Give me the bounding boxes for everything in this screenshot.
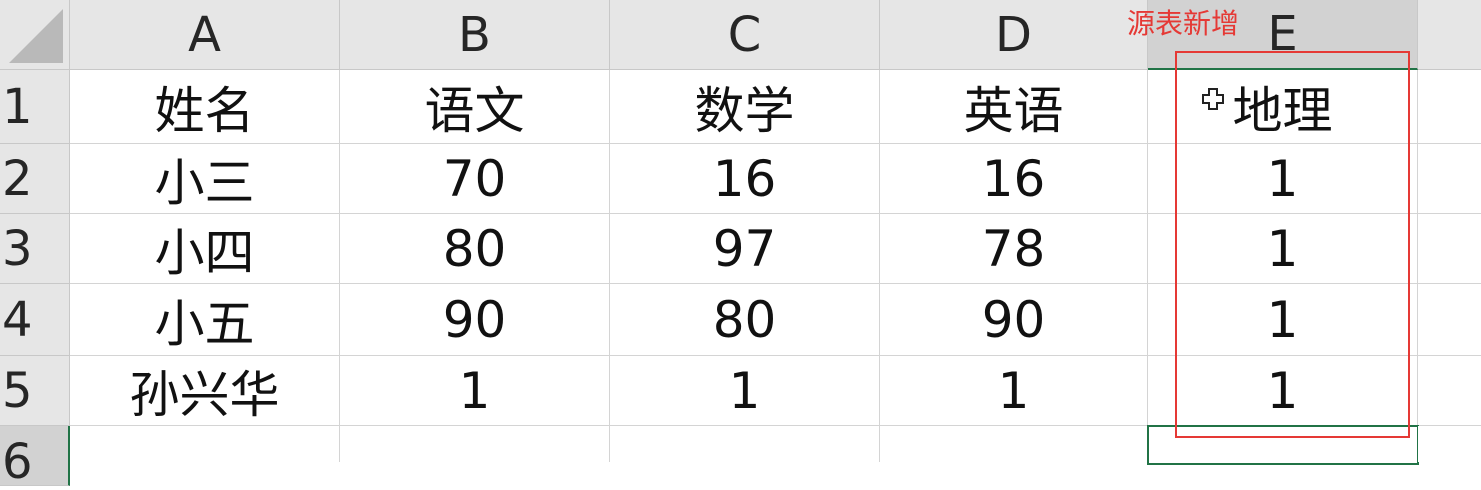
- column-header-c[interactable]: C: [610, 0, 880, 70]
- cell-e6-active[interactable]: [1147, 425, 1419, 465]
- cell-f1[interactable]: [1418, 70, 1481, 144]
- cell-c1[interactable]: 数学: [610, 70, 880, 144]
- cell-a5[interactable]: 孙兴华: [70, 356, 340, 426]
- row-header-1[interactable]: 1: [0, 70, 70, 144]
- row-header-2[interactable]: 2: [0, 144, 70, 214]
- cell-b1[interactable]: 语文: [340, 70, 610, 144]
- cell-f3[interactable]: [1418, 214, 1481, 284]
- cell-c5[interactable]: 1: [610, 356, 880, 426]
- cell-e5[interactable]: 1: [1148, 356, 1418, 426]
- cell-d5[interactable]: 1: [880, 356, 1148, 426]
- cell-e1[interactable]: 地理: [1148, 70, 1418, 144]
- row-header-6[interactable]: 6: [0, 426, 70, 490]
- cell-a6[interactable]: [70, 426, 340, 462]
- cell-c2[interactable]: 16: [610, 144, 880, 214]
- cell-d3[interactable]: 78: [880, 214, 1148, 284]
- cell-b2[interactable]: 70: [340, 144, 610, 214]
- cell-b3[interactable]: 80: [340, 214, 610, 284]
- move-cross-icon: [1202, 88, 1224, 110]
- column-header-f-partial[interactable]: [1418, 0, 1481, 70]
- cell-d2[interactable]: 16: [880, 144, 1148, 214]
- column-header-a[interactable]: A: [70, 0, 340, 70]
- cell-a3[interactable]: 小四: [70, 214, 340, 284]
- cell-d1[interactable]: 英语: [880, 70, 1148, 144]
- cell-b4[interactable]: 90: [340, 284, 610, 356]
- spreadsheet-grid: A B C D E 1 2 3 4 5 6 姓名 语文 数学 英语 地理 小三 …: [0, 0, 1481, 490]
- cell-c4[interactable]: 80: [610, 284, 880, 356]
- row-header-5[interactable]: 5: [0, 356, 70, 426]
- cell-a2[interactable]: 小三: [70, 144, 340, 214]
- annotation-label: 源表新增: [1127, 7, 1240, 40]
- column-header-d[interactable]: D: [880, 0, 1148, 70]
- cell-e2[interactable]: 1: [1148, 144, 1418, 214]
- row-header-4[interactable]: 4: [0, 284, 70, 356]
- column-header-b[interactable]: B: [340, 0, 610, 70]
- cell-e4[interactable]: 1: [1148, 284, 1418, 356]
- row-header-3[interactable]: 3: [0, 214, 70, 284]
- cell-c6[interactable]: [610, 426, 880, 462]
- cell-f5[interactable]: [1418, 356, 1481, 426]
- cell-b6[interactable]: [340, 426, 610, 462]
- cell-f6[interactable]: [1418, 426, 1481, 462]
- cell-a4[interactable]: 小五: [70, 284, 340, 356]
- cell-f2[interactable]: [1418, 144, 1481, 214]
- select-all-triangle-icon: [9, 9, 63, 63]
- cell-a1[interactable]: 姓名: [70, 70, 340, 144]
- select-all-corner[interactable]: [0, 0, 70, 70]
- cell-f4[interactable]: [1418, 284, 1481, 356]
- cell-e3[interactable]: 1: [1148, 214, 1418, 284]
- cell-b5[interactable]: 1: [340, 356, 610, 426]
- cell-c3[interactable]: 97: [610, 214, 880, 284]
- cell-d4[interactable]: 90: [880, 284, 1148, 356]
- cell-d6[interactable]: [880, 426, 1148, 462]
